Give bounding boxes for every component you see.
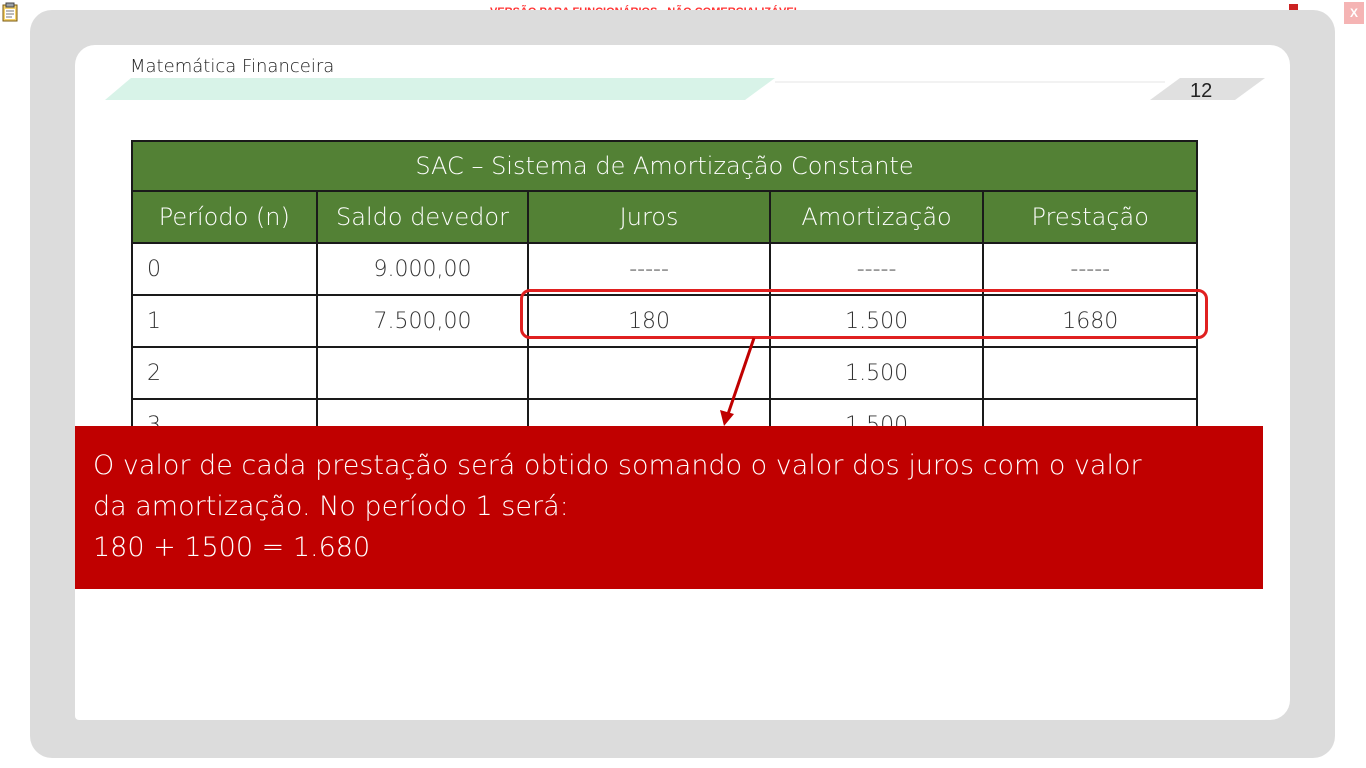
callout-line-2: da amortização. No período 1 será: xyxy=(93,491,569,522)
header-stripe xyxy=(105,78,1265,100)
cell-periodo: 2 xyxy=(131,346,318,400)
header-periodo: Período (n) xyxy=(131,190,318,244)
cell-prestacao: ----- xyxy=(982,242,1198,296)
cell-amortizacao: ----- xyxy=(768,242,985,296)
close-icon: X xyxy=(1349,6,1358,20)
header-prestacao: Prestação xyxy=(982,190,1198,244)
cell-prestacao xyxy=(982,346,1198,400)
close-button[interactable]: X xyxy=(1344,2,1364,24)
clipboard-icon[interactable] xyxy=(2,2,18,22)
explanation-callout: O valor de cada prestação será obtido so… xyxy=(75,426,1263,589)
table-title: SAC – Sistema de Amortização Constante xyxy=(131,140,1198,192)
page-number: 12 xyxy=(1190,80,1213,102)
callout-line-3: 180 + 1500 = 1.680 xyxy=(93,532,371,563)
callout-line-1: O valor de cada prestação será obtido so… xyxy=(93,450,1142,481)
cell-saldo: 9.000,00 xyxy=(315,242,530,296)
header-saldo-devedor: Saldo devedor xyxy=(315,190,530,244)
row-1-highlight-box xyxy=(520,289,1208,339)
header-amortizacao: Amortização xyxy=(768,190,985,244)
header-juros: Juros xyxy=(527,190,771,244)
cell-saldo: 7.500,00 xyxy=(315,294,530,348)
table-row: 2 1.500 xyxy=(131,346,1198,400)
cell-saldo xyxy=(315,346,530,400)
arrow-down-icon xyxy=(720,337,756,426)
table-row: 0 9.000,00 ----- ----- ----- xyxy=(131,242,1198,296)
cell-juros: ----- xyxy=(527,242,771,296)
course-title: Matemática Financeira xyxy=(130,56,335,77)
cell-periodo: 1 xyxy=(131,294,318,348)
cell-amortizacao: 1.500 xyxy=(768,346,985,400)
cell-periodo: 0 xyxy=(131,242,318,296)
